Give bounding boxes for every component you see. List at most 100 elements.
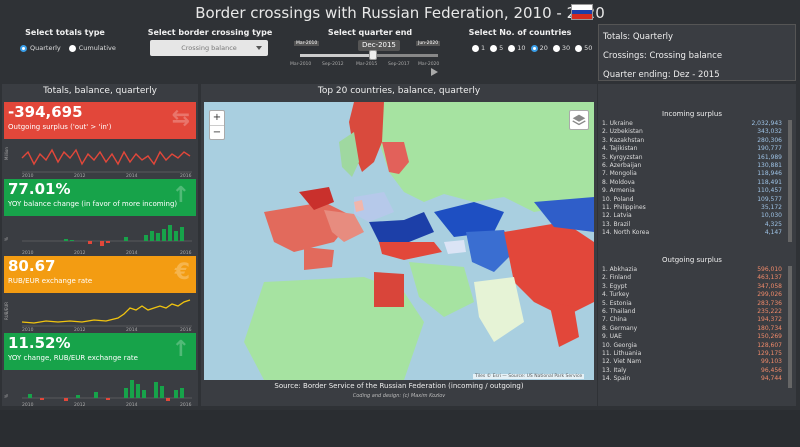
country-value: 129,175 bbox=[757, 349, 782, 357]
country-name: 13. Brazil bbox=[602, 220, 631, 228]
list-item: 7. Mongolia 118,946 bbox=[602, 170, 782, 178]
country-value: 128,607 bbox=[757, 341, 782, 349]
radio-1-label[interactable]: 1 bbox=[481, 44, 485, 52]
kpi-exchange-rate-desc: RUB/EUR exchange rate bbox=[8, 277, 93, 285]
kpi-balance-desc: Outgoing surplus ('out' > 'in') bbox=[8, 123, 112, 131]
country-name: 14. North Korea bbox=[602, 229, 650, 237]
list-item: 4. Tajikistan 190,777 bbox=[602, 145, 782, 153]
slider-value: Dec-2015 bbox=[358, 40, 400, 51]
slider-min-label: Mar-2010 bbox=[294, 41, 320, 46]
country-value: 283,736 bbox=[757, 299, 782, 307]
slider-tick: Sep-2017 bbox=[388, 62, 410, 67]
country-value: 463,137 bbox=[757, 274, 782, 282]
radio-20-label[interactable]: 20 bbox=[540, 44, 548, 52]
radio-quarterly[interactable] bbox=[20, 44, 27, 52]
country-name: 9. UAE bbox=[602, 333, 622, 341]
countries-title: Select No. of countries bbox=[468, 28, 572, 37]
totals-type-radios: Quarterly Cumulative bbox=[20, 44, 116, 52]
info-crossings: Crossings: Crossing balance bbox=[603, 51, 723, 61]
radio-cumulative[interactable] bbox=[68, 44, 76, 52]
list-item: 14. North Korea 4,147 bbox=[602, 229, 782, 237]
play-icon[interactable] bbox=[431, 68, 438, 76]
list-item: 5. Kyrgyzstan 161,989 bbox=[602, 154, 782, 162]
kpi-yoy-balance: 77.01% YOY balance change (in favor of m… bbox=[4, 179, 196, 216]
radio-20[interactable] bbox=[530, 44, 538, 52]
list-item: 10. Poland 109,577 bbox=[602, 196, 782, 204]
russia-flag-icon bbox=[571, 4, 593, 20]
outgoing-scrollbar[interactable] bbox=[788, 266, 792, 388]
control-bar: Select totals type Quarterly Cumulative … bbox=[0, 24, 596, 82]
spark-axis-label: % bbox=[4, 394, 9, 398]
spark-year: 2010 bbox=[22, 173, 34, 177]
slider-handle[interactable] bbox=[369, 50, 377, 60]
exchange-rate-sparkline: RUB/EUR 2010 2012 2014 2016 bbox=[4, 294, 196, 331]
yoy-balance-bars: % 2010 2012 2014 2016 bbox=[4, 217, 196, 254]
radio-10-label[interactable]: 10 bbox=[517, 44, 525, 52]
zoom-out-button[interactable]: − bbox=[210, 126, 224, 140]
radio-10[interactable] bbox=[508, 44, 516, 52]
country-value: 190,777 bbox=[757, 145, 782, 153]
slider-fill bbox=[300, 54, 372, 57]
country-name: 11. Lithuania bbox=[602, 349, 642, 357]
country-value: 596,010 bbox=[757, 266, 782, 273]
radio-1[interactable] bbox=[472, 44, 479, 52]
map-panel: Top 20 countries, balance, quarterly + −… bbox=[201, 84, 597, 406]
country-value: 2,032,943 bbox=[751, 120, 782, 127]
list-item: 9. Armenia 110,457 bbox=[602, 187, 782, 195]
radio-50[interactable] bbox=[575, 44, 583, 52]
country-value: 10,030 bbox=[761, 212, 782, 220]
list-item: 11. Philippines 35,172 bbox=[602, 204, 782, 212]
border-type-select[interactable]: Crossing balance bbox=[150, 40, 268, 56]
country-value: 150,269 bbox=[757, 333, 782, 341]
list-item: 5. Estonia 283,736 bbox=[602, 300, 782, 308]
incoming-scrollbar[interactable] bbox=[788, 120, 792, 242]
kpi-yoy-balance-value: 77.01% bbox=[8, 180, 71, 198]
country-value: 4,325 bbox=[764, 220, 782, 228]
list-item: 13. Brazil 4,325 bbox=[602, 221, 782, 229]
radio-30[interactable] bbox=[552, 44, 560, 52]
list-item: 13. Italy 96,456 bbox=[602, 367, 782, 375]
source-note: Source: Border Service of the Russian Fe… bbox=[274, 382, 524, 390]
country-value: 4,147 bbox=[764, 229, 782, 237]
spark-year: 2010 bbox=[22, 327, 34, 331]
radio-5[interactable] bbox=[490, 44, 498, 52]
map-zoom-control[interactable]: + − bbox=[209, 110, 225, 140]
slider-tick: Sep-2012 bbox=[322, 62, 344, 67]
country-name: 3. Kazakhstan bbox=[602, 136, 645, 144]
incoming-title: Incoming surplus bbox=[662, 110, 722, 118]
spark-year: 2014 bbox=[126, 250, 138, 254]
choropleth-map[interactable] bbox=[204, 102, 594, 380]
country-name: 10. Poland bbox=[602, 195, 634, 203]
list-item: 6. Azerbaijan 130,881 bbox=[602, 162, 782, 170]
layers-icon[interactable] bbox=[569, 110, 589, 130]
country-value: 96,456 bbox=[761, 366, 782, 374]
spark-year: 2014 bbox=[126, 327, 138, 331]
slider-tick: Mar-2015 bbox=[356, 62, 378, 67]
incoming-list[interactable]: 1. Ukraine 2,032,943 2. Uzbekistan 343,032 3… bbox=[602, 120, 782, 242]
list-item: 14. Spain 94,744 bbox=[602, 375, 782, 383]
list-item: 1. Ukraine 2,032,943 bbox=[602, 120, 782, 128]
spark-year: 2016 bbox=[180, 402, 192, 407]
radio-cumulative-label[interactable]: Cumulative bbox=[79, 44, 116, 52]
radio-30-label[interactable]: 30 bbox=[562, 44, 570, 52]
spark-year: 2012 bbox=[74, 250, 86, 254]
country-value: 235,222 bbox=[757, 307, 782, 315]
country-name: 5. Estonia bbox=[602, 299, 632, 307]
outgoing-list[interactable]: 1. Abkhazia 596,010 2. Finland 463,137 3. Eg… bbox=[602, 266, 782, 388]
radio-50-label[interactable]: 50 bbox=[584, 44, 592, 52]
country-name: 2. Uzbekistan bbox=[602, 128, 643, 136]
country-value: 180,734 bbox=[757, 324, 782, 332]
list-item: 8. Germany 180,734 bbox=[602, 325, 782, 333]
radio-5-label[interactable]: 5 bbox=[499, 44, 503, 52]
country-value: 347,058 bbox=[757, 282, 782, 290]
zoom-in-button[interactable]: + bbox=[210, 111, 224, 126]
euro-icon: € bbox=[174, 260, 190, 285]
list-item: 2. Finland 463,137 bbox=[602, 274, 782, 282]
border-type-value: Crossing balance bbox=[181, 44, 237, 52]
country-name: 13. Italy bbox=[602, 366, 627, 374]
radio-quarterly-label[interactable]: Quarterly bbox=[30, 44, 61, 52]
spark-axis-label: Million bbox=[4, 147, 9, 160]
country-value: 109,577 bbox=[757, 195, 782, 203]
spark-year: 2012 bbox=[74, 402, 86, 407]
country-name: 10. Georgia bbox=[602, 341, 637, 349]
